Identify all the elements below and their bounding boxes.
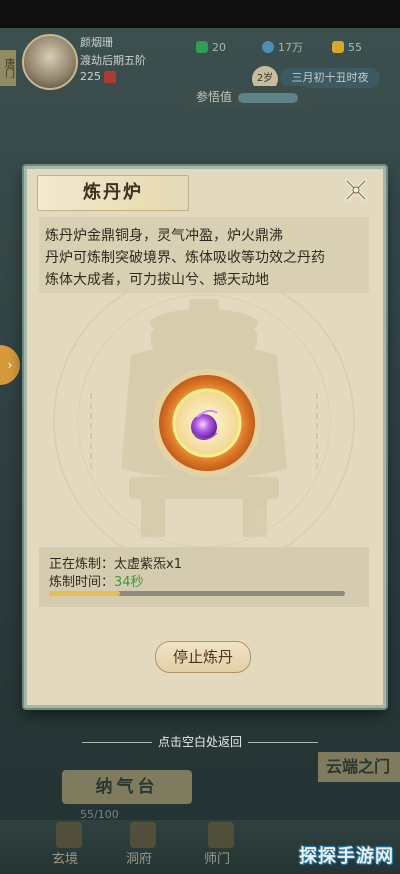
time-value: 34秒 — [114, 575, 144, 590]
nav-xuanjing[interactable]: 玄境 — [52, 848, 78, 867]
refining-progress-bar — [49, 591, 345, 596]
close-button[interactable] — [341, 175, 371, 205]
watermark-logo: 探探手游网 — [299, 846, 394, 867]
description-line: 炼丹炉金鼎铜身，灵气冲盈，炉火鼎沸 — [45, 228, 283, 244]
dialog-title-banner: 炼丹炉 — [37, 175, 189, 211]
furnace-illustration — [39, 293, 369, 549]
hint-divider-left — [81, 742, 152, 743]
time-label: 炼制时间： — [49, 575, 115, 590]
dongfu-icon — [130, 822, 156, 848]
alchemy-furnace-dialog: 炼丹炉 炼丹炉金鼎铜身，灵气冲盈，炉火鼎沸 丹炉可炼制突破境界、炼体吸收等功效之… — [24, 166, 386, 708]
refining-item-row: 正在炼制：太虚紫炁x1 — [49, 553, 182, 572]
insight-meter[interactable]: 参悟值 — [182, 86, 314, 108]
resource-jade[interactable]: 20 — [196, 38, 226, 56]
status-bar — [0, 0, 400, 28]
sect-tag: 唐门 — [0, 50, 16, 86]
resource-gold-value: 55 — [348, 40, 362, 54]
player-power: 225 — [80, 70, 116, 83]
player-realm: 渡劫后期五阶 — [80, 54, 146, 67]
spirit-stone-icon — [262, 41, 274, 53]
insight-bar — [238, 92, 299, 103]
refining-label: 正在炼制： — [49, 557, 115, 572]
player-name: 颜烟珊 — [80, 36, 113, 49]
hint-divider-right — [248, 742, 318, 743]
nav-shimen[interactable]: 师门 — [204, 848, 230, 867]
refining-time-row: 炼制时间：34秒 — [49, 571, 144, 590]
avatar[interactable] — [22, 34, 78, 90]
description-line: 炼体大成者，可力拔山兮、撼天动地 — [45, 272, 269, 288]
player-hud: 唐门 颜烟珊 渡劫后期五阶 225 20 17万 55 2岁 三月初十丑时夜 参… — [0, 28, 400, 116]
refining-progress-fill — [49, 591, 121, 596]
stop-refining-button[interactable]: 停止炼丹 — [155, 641, 251, 673]
dialog-title: 炼丹炉 — [83, 182, 143, 203]
resource-spirit-stone[interactable]: 17万 — [262, 38, 303, 56]
chevron-right-icon: › — [7, 358, 13, 372]
game-date: 三月初十丑时夜 — [280, 68, 380, 88]
refining-status: 正在炼制：太虚紫炁x1 炼制时间：34秒 — [39, 547, 369, 607]
resource-gold[interactable]: 55 — [332, 38, 362, 56]
hint-text: 点击空白处返回 — [157, 735, 242, 749]
furnace-description: 炼丹炉金鼎铜身，灵气冲盈，炉火鼎沸 丹炉可炼制突破境界、炼体吸收等功效之丹药 炼… — [39, 217, 369, 293]
close-icon — [345, 179, 367, 201]
xuanjing-icon — [56, 822, 82, 848]
nav-dongfu[interactable]: 洞府 — [126, 848, 152, 867]
power-value: 225 — [80, 70, 101, 83]
shimen-icon — [208, 822, 234, 848]
alchemy-orb — [153, 369, 261, 477]
jade-icon — [196, 41, 208, 53]
power-badge-icon — [104, 71, 116, 83]
gold-icon — [332, 41, 344, 53]
resource-spirit-stone-value: 17万 — [278, 41, 303, 54]
naqi-platform-label: 纳气台 — [62, 770, 192, 804]
insight-label: 参悟值 — [196, 90, 233, 104]
resource-jade-value: 20 — [212, 40, 226, 54]
yunduan-gate-label: 云端之门 — [318, 752, 400, 782]
description-line: 丹炉可炼制突破境界、炼体吸收等功效之丹药 — [45, 250, 325, 266]
tap-to-return-hint: 点击空白处返回 — [0, 733, 400, 750]
refining-item: 太虚紫炁x1 — [114, 557, 182, 572]
